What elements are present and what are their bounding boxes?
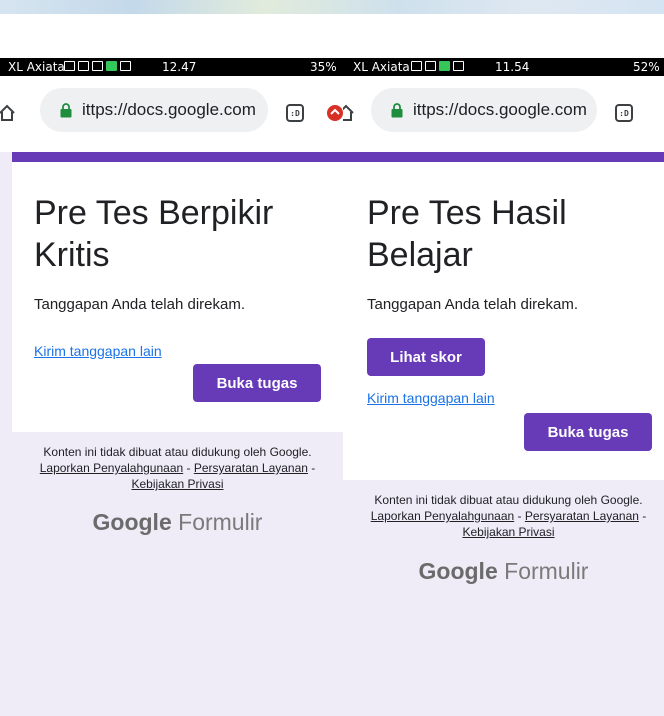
address-bar[interactable]: ittps://docs.google.com [371,88,597,132]
background-gap [0,14,664,58]
lock-icon [391,102,403,117]
confirmation-message: Tanggapan Anda telah direkam. [367,296,578,313]
screenshot-left: XL Axiata 12.47 35% ittps://docs.google.… [0,58,343,716]
terms-link[interactable]: Persyaratan Layanan [194,461,308,475]
form-footer: Konten ini tidak dibuat atau didukung ol… [12,444,343,492]
browser-toolbar: ittps://docs.google.com :D [0,76,343,152]
tab-switcher-icon[interactable]: :D [286,104,304,122]
form-footer: Konten ini tidak dibuat atau didukung ol… [361,492,656,540]
disclaimer-text: Konten ini tidak dibuat atau didukung ol… [374,493,643,507]
form-title: Pre Tes Berpikir Kritis [34,194,274,274]
lock-icon [60,102,72,117]
home-icon[interactable] [0,104,16,122]
app-notification-icon [106,61,117,71]
notification-icons [64,61,131,71]
battery-level: 52% [633,60,660,74]
form-title: Pre Tes Hasil Belajar [367,194,567,274]
open-assignment-button[interactable]: Buka tugas [524,413,652,451]
clock: 12.47 [162,60,197,74]
app-notification-icon [439,61,450,71]
google-forms-logo[interactable]: Google Formulir [343,558,664,585]
confirmation-message: Tanggapan Anda telah direkam. [34,296,245,313]
screenshot-right: XL Axiata 11.54 52% ittps://docs.google.… [343,58,664,716]
tab-switcher-icon[interactable]: :D [615,104,633,122]
response-card: Pre Tes Berpikir Kritis Tanggapan Anda t… [12,162,343,432]
report-abuse-link[interactable]: Laporkan Penyalahgunaan [371,509,514,523]
status-bar: XL Axiata 11.54 52% [343,58,664,76]
facebook-icon [92,61,103,71]
shop-icon [453,61,464,71]
privacy-link[interactable]: Kebijakan Privasi [131,477,223,491]
form-accent-bar [343,152,664,162]
url-text: ittps://docs.google.com [82,100,256,119]
status-bar: XL Axiata 12.47 35% [0,58,343,76]
mail-icon [411,61,422,71]
submit-another-link[interactable]: Kirim tanggapan lain [34,343,162,359]
form-accent-bar [12,152,343,162]
privacy-link[interactable]: Kebijakan Privasi [462,525,554,539]
open-assignment-button[interactable]: Buka tugas [193,364,321,402]
extension-icon[interactable] [326,104,343,122]
clock: 11.54 [495,60,530,74]
facebook-icon [425,61,436,71]
google-forms-logo[interactable]: Google Formulir [12,509,343,536]
form-page: Pre Tes Hasil Belajar Tanggapan Anda tel… [343,152,664,716]
disclaimer-text: Konten ini tidak dibuat atau didukung ol… [43,445,312,459]
shop-icon [120,61,131,71]
browser-toolbar: ittps://docs.google.com :D [343,76,664,152]
response-card: Pre Tes Hasil Belajar Tanggapan Anda tel… [343,162,664,480]
report-abuse-link[interactable]: Laporkan Penyalahgunaan [40,461,183,475]
submit-another-link[interactable]: Kirim tanggapan lain [367,390,495,406]
url-text: ittps://docs.google.com [413,100,587,119]
home-icon[interactable] [343,104,355,122]
form-page: Pre Tes Berpikir Kritis Tanggapan Anda t… [0,152,343,716]
notification-icons [411,61,464,71]
blurred-wallpaper-strip [0,0,664,14]
mail-icon [64,61,75,71]
view-score-button[interactable]: Lihat skor [367,338,485,376]
carrier-label: XL Axiata [8,60,65,74]
carrier-label: XL Axiata [353,60,410,74]
terms-link[interactable]: Persyaratan Layanan [525,509,639,523]
address-bar[interactable]: ittps://docs.google.com [40,88,268,132]
download-icon [78,61,89,71]
battery-level: 35% [310,60,337,74]
